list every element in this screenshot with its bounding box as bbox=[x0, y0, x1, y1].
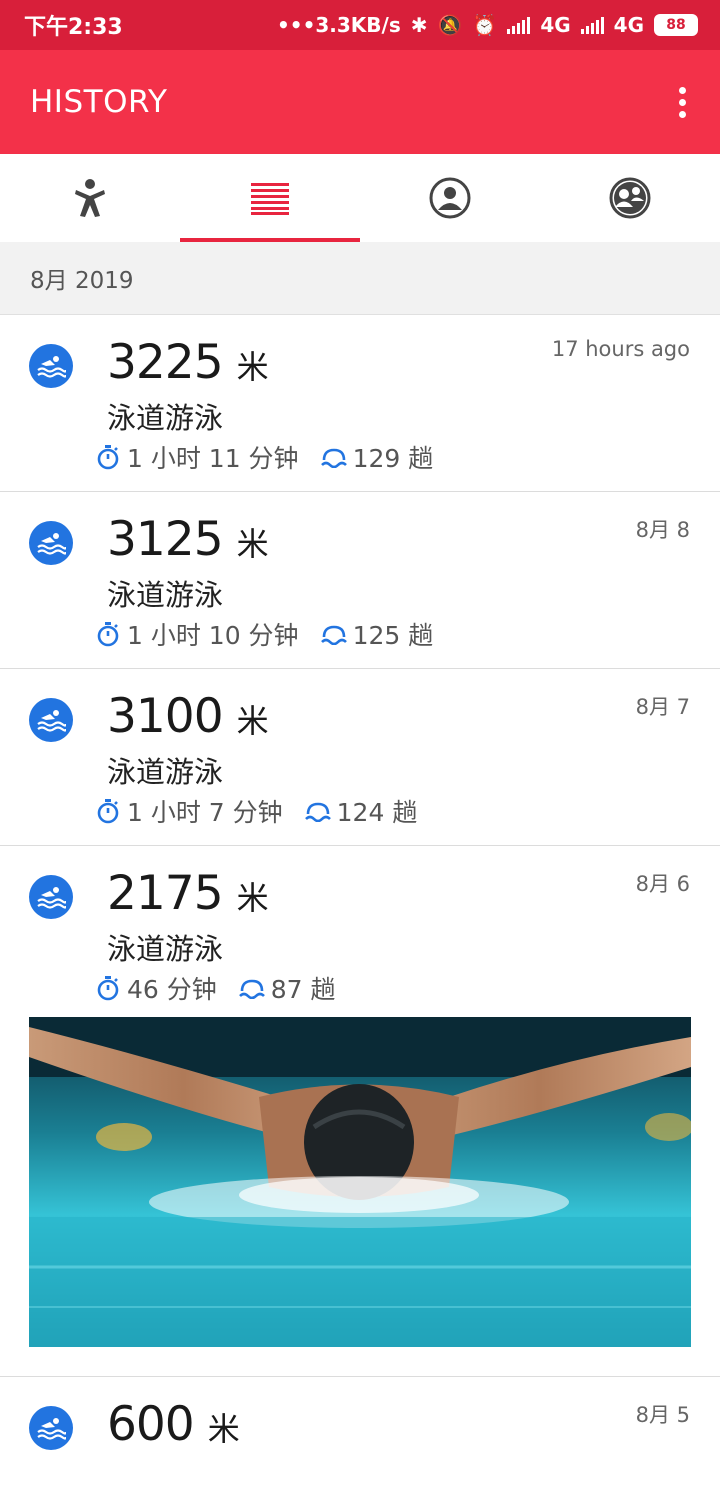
distance-value: 600 bbox=[107, 1397, 195, 1452]
swim-icon bbox=[29, 698, 73, 742]
activity-person-icon bbox=[75, 179, 105, 217]
network-type-1: 4G bbox=[540, 13, 571, 37]
distance-value: 3125 bbox=[107, 512, 224, 567]
tab-social[interactable] bbox=[540, 154, 720, 242]
entry-date: 8月 8 bbox=[635, 518, 690, 542]
tab-activity[interactable] bbox=[0, 154, 180, 242]
month-section-header: 8月 2019 bbox=[0, 242, 720, 315]
history-entry[interactable]: 3100 米 泳道游泳 1 小时 7 分钟 124 趟 8月 7 bbox=[0, 669, 720, 846]
laps: 124 趟 bbox=[336, 798, 418, 827]
history-list: 3225 米 泳道游泳 1 小时 11 分钟 129 趟 17 hours ag… bbox=[0, 315, 720, 1497]
entry-date: 17 hours ago bbox=[551, 337, 690, 361]
distance-value: 2175 bbox=[107, 866, 224, 921]
network-type-2: 4G bbox=[613, 13, 644, 37]
profile-icon bbox=[429, 177, 471, 219]
sport-type: 泳道游泳 bbox=[107, 578, 224, 612]
stopwatch-icon bbox=[95, 798, 121, 824]
swim-icon bbox=[29, 875, 73, 919]
laps-icon bbox=[320, 446, 347, 468]
distance-value: 3225 bbox=[107, 335, 224, 390]
status-icons: •••3.3KB/s ✱ 🔕 ⏰ 4G 4G 88 bbox=[277, 13, 698, 37]
entry-stats: 46 分钟 87 趟 bbox=[95, 970, 336, 1006]
duration: 46 分钟 bbox=[127, 975, 217, 1004]
stopwatch-icon bbox=[95, 621, 121, 647]
history-entry[interactable]: 2175 米 泳道游泳 46 分钟 87 趟 8月 6 bbox=[0, 846, 720, 1377]
entry-stats: 1 小时 10 分钟 125 趟 bbox=[95, 616, 433, 652]
entry-date: 8月 7 bbox=[635, 695, 690, 719]
laps-icon bbox=[320, 623, 347, 645]
tab-profile[interactable] bbox=[360, 154, 540, 242]
swim-icon bbox=[29, 1406, 73, 1450]
stopwatch-icon bbox=[95, 975, 121, 1001]
status-time: 下午2:33 bbox=[24, 15, 123, 40]
more-options-icon[interactable] bbox=[673, 81, 692, 124]
duration: 1 小时 10 分钟 bbox=[127, 621, 299, 650]
distance-unit: 米 bbox=[207, 1410, 240, 1448]
status-bar: 下午2:33 •••3.3KB/s ✱ 🔕 ⏰ 4G 4G 88 bbox=[0, 0, 720, 50]
history-entry[interactable]: 600 米 8月 5 bbox=[0, 1377, 720, 1497]
distance: 3225 米 bbox=[107, 335, 269, 390]
laps: 129 趟 bbox=[352, 444, 434, 473]
distance-unit: 米 bbox=[236, 525, 269, 563]
history-entry[interactable]: 3125 米 泳道游泳 1 小时 10 分钟 125 趟 8月 8 bbox=[0, 492, 720, 669]
distance-unit: 米 bbox=[236, 702, 269, 740]
entry-stats: 1 小时 11 分钟 129 趟 bbox=[95, 439, 433, 475]
tab-bar bbox=[0, 154, 720, 242]
social-icon bbox=[609, 177, 651, 219]
alarm-icon: ⏰ bbox=[472, 13, 498, 37]
history-entry[interactable]: 3225 米 泳道游泳 1 小时 11 分钟 129 趟 17 hours ag… bbox=[0, 315, 720, 492]
entry-date: 8月 6 bbox=[635, 872, 690, 896]
sport-type: 泳道游泳 bbox=[107, 755, 224, 789]
signal-icon-2 bbox=[580, 16, 604, 34]
bluetooth-icon: ✱ bbox=[410, 13, 428, 37]
distance: 3125 米 bbox=[107, 512, 269, 567]
distance-unit: 米 bbox=[236, 879, 269, 917]
swimmer-photo bbox=[29, 1017, 691, 1347]
mute-icon: 🔕 bbox=[437, 13, 463, 37]
laps: 125 趟 bbox=[352, 621, 434, 650]
signal-icon bbox=[507, 16, 531, 34]
laps: 87 趟 bbox=[270, 975, 336, 1004]
distance-value: 3100 bbox=[107, 689, 224, 744]
sport-type: 泳道游泳 bbox=[107, 932, 224, 966]
distance: 3100 米 bbox=[107, 689, 269, 744]
sport-type: 泳道游泳 bbox=[107, 401, 224, 435]
laps-icon bbox=[304, 800, 331, 822]
duration: 1 小时 7 分钟 bbox=[127, 798, 283, 827]
battery-icon: 88 bbox=[654, 14, 698, 36]
tab-history[interactable] bbox=[180, 154, 360, 242]
swim-icon bbox=[29, 344, 73, 388]
duration: 1 小时 11 分钟 bbox=[127, 444, 299, 473]
app-bar: HISTORY bbox=[0, 50, 720, 154]
entry-stats: 1 小时 7 分钟 124 趟 bbox=[95, 793, 417, 829]
distance: 600 米 bbox=[107, 1397, 240, 1452]
network-speed: •••3.3KB/s bbox=[277, 13, 401, 37]
entry-date: 8月 5 bbox=[635, 1403, 690, 1427]
laps-icon bbox=[238, 977, 265, 999]
distance-unit: 米 bbox=[236, 348, 269, 386]
history-list-icon bbox=[251, 183, 289, 215]
distance: 2175 米 bbox=[107, 866, 269, 921]
stopwatch-icon bbox=[95, 444, 121, 470]
page-title: HISTORY bbox=[30, 84, 168, 120]
swim-icon bbox=[29, 521, 73, 565]
